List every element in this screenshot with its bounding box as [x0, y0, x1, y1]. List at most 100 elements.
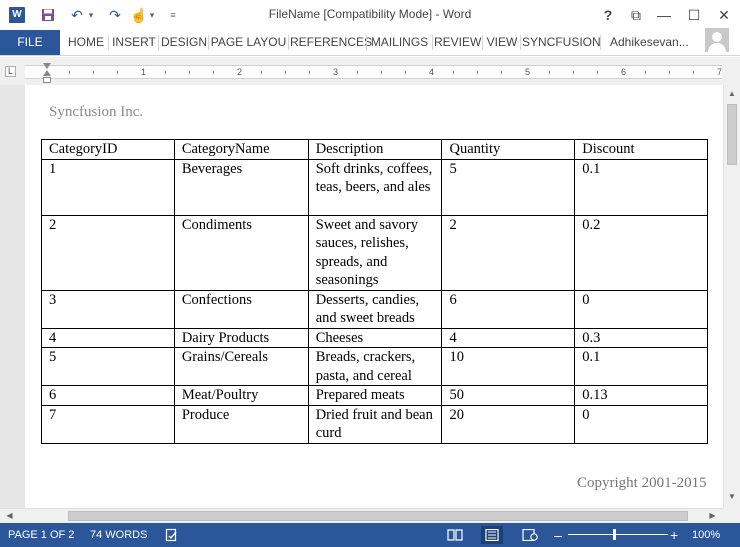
horizontal-ruler[interactable]: 1 2 3 4 5 6 7 [25, 65, 722, 79]
table-cell[interactable]: 0.3 [574, 327, 708, 348]
table-header-cell[interactable]: Discount [574, 139, 708, 160]
print-layout-icon[interactable] [481, 526, 503, 544]
table-cell[interactable]: 6 [441, 289, 576, 329]
user-name[interactable]: Adhikesevan... [610, 30, 689, 55]
zoom-slider-thumb[interactable] [613, 529, 616, 540]
table-cell[interactable]: Confections [173, 289, 309, 329]
avatar[interactable] [705, 28, 729, 52]
tab-divider [108, 35, 109, 50]
table-cell[interactable]: 20 [441, 404, 576, 444]
table-row: 7 Produce Dried fruit and bean curd 20 0 [41, 404, 708, 444]
hanging-indent-icon[interactable] [43, 70, 51, 76]
web-layout-icon[interactable] [519, 526, 541, 544]
table-cell[interactable]: 50 [441, 385, 576, 406]
vertical-scroll-thumb[interactable] [727, 104, 737, 165]
indent-marker[interactable] [43, 63, 52, 85]
word-count[interactable]: 74 WORDS [90, 523, 147, 547]
table-cell[interactable]: Condiments [173, 214, 309, 291]
table-cell[interactable]: 4 [441, 327, 576, 348]
ruler-tick [669, 71, 670, 74]
table-cell[interactable]: Soft drinks, coffees, teas, beers, and a… [307, 158, 443, 216]
scroll-down-icon[interactable]: ▼ [724, 489, 740, 505]
table-cell[interactable]: 2 [441, 214, 576, 291]
ruler-area: L 1 2 3 4 5 6 7 [0, 57, 740, 85]
table-cell[interactable]: 0 [574, 289, 708, 329]
table-cell[interactable]: 0.1 [574, 347, 708, 386]
ruler-tick [69, 71, 70, 74]
table-header-cell[interactable]: Quantity [441, 139, 576, 160]
table-cell[interactable]: 7 [41, 404, 175, 444]
table-cell[interactable]: 0 [574, 404, 708, 444]
table-cell[interactable]: Grains/Cereals [173, 347, 309, 386]
minimize-icon[interactable]: — [653, 4, 675, 26]
ruler-tick [93, 71, 94, 74]
zoom-out-button[interactable]: – [554, 523, 562, 547]
table-cell[interactable]: 5 [41, 347, 175, 386]
tab-syncfusion[interactable]: SYNCFUSION [522, 30, 601, 55]
ruler-number: 3 [333, 67, 339, 77]
table-cell[interactable]: Sweet and savory sauces, relishes, sprea… [307, 214, 443, 291]
table-cell[interactable]: 1 [41, 158, 175, 216]
tab-insert[interactable]: INSERT [110, 30, 158, 55]
table-cell[interactable]: 2 [41, 214, 175, 291]
table-cell[interactable]: 4 [41, 327, 175, 348]
maximize-icon[interactable]: ☐ [683, 4, 705, 26]
table-cell[interactable]: 3 [41, 289, 175, 329]
table-cell[interactable]: 10 [441, 347, 576, 386]
read-mode-icon[interactable] [444, 526, 466, 544]
zoom-in-button[interactable]: + [670, 523, 678, 547]
tab-home[interactable]: HOME [64, 30, 108, 55]
table-cell[interactable]: Dairy Products [173, 327, 309, 348]
table-cell[interactable]: Prepared meats [307, 385, 443, 406]
table-cell[interactable]: Beverages [173, 158, 309, 216]
table-cell[interactable]: 5 [441, 158, 576, 216]
table-cell[interactable]: 0.1 [574, 158, 708, 216]
tab-review[interactable]: REVIEW [434, 30, 481, 55]
tab-selector[interactable]: L [5, 66, 16, 77]
table-cell[interactable]: Dried fruit and bean curd [307, 404, 443, 444]
category-table: CategoryID CategoryName Description Quan… [41, 139, 708, 444]
ruler-number: 4 [429, 67, 435, 77]
left-indent-icon[interactable] [43, 77, 51, 83]
page-count[interactable]: PAGE 1 OF 2 [8, 523, 74, 547]
horizontal-scroll-thumb[interactable] [68, 511, 688, 521]
ruler-tick [597, 71, 598, 74]
table-cell[interactable]: 0.2 [574, 214, 708, 291]
tab-references[interactable]: REFERENCES [290, 30, 372, 55]
table-header-cell[interactable]: Description [307, 139, 443, 160]
scroll-right-icon[interactable]: ▶ [705, 509, 720, 523]
table-header-cell[interactable]: CategoryName [173, 139, 309, 160]
zoom-slider[interactable] [568, 534, 668, 535]
tab-divider [520, 35, 521, 50]
horizontal-scrollbar[interactable]: ◀ ▶ [0, 508, 723, 523]
table-cell[interactable]: 0.13 [574, 385, 708, 406]
ribbon-display-options-icon[interactable]: ⧉ [625, 4, 647, 26]
table-cell[interactable]: Produce [173, 404, 309, 444]
tab-view[interactable]: VIEW [484, 30, 520, 55]
table-cell[interactable]: Meat/Poultry [173, 385, 309, 406]
page-header: Syncfusion Inc. [49, 104, 144, 120]
tab-page-layout[interactable]: PAGE LAYOU [210, 30, 287, 55]
tab-divider [600, 35, 601, 50]
table-header-cell[interactable]: CategoryID [41, 139, 175, 160]
ruler-tick [117, 71, 118, 74]
close-icon[interactable]: ✕ [713, 4, 735, 26]
scroll-left-icon[interactable]: ◀ [2, 509, 17, 523]
scroll-up-icon[interactable]: ▲ [724, 86, 740, 102]
table-cell[interactable]: 6 [41, 385, 175, 406]
document-page[interactable]: Syncfusion Inc. CategoryID CategoryName … [25, 85, 723, 508]
help-icon[interactable]: ? [597, 4, 619, 26]
tab-mailings[interactable]: MAILINGS [368, 30, 431, 55]
first-line-indent-icon[interactable] [43, 63, 51, 69]
zoom-level[interactable]: 100% [692, 523, 720, 547]
table-cell[interactable]: Cheeses [307, 327, 443, 348]
table-cell[interactable]: Desserts, candies, and sweet breads [307, 289, 443, 329]
tab-design[interactable]: DESIGN [160, 30, 208, 55]
vertical-scrollbar[interactable]: ▲ ▼ [723, 85, 740, 508]
table-row: 3 Confections Desserts, candies, and swe… [41, 289, 708, 329]
avatar-body [708, 43, 726, 52]
scrollbar-corner [723, 508, 740, 523]
tab-file[interactable]: FILE [0, 30, 60, 55]
table-cell[interactable]: Breads, crackers, pasta, and cereal [307, 347, 443, 386]
proofing-icon[interactable] [165, 523, 179, 547]
